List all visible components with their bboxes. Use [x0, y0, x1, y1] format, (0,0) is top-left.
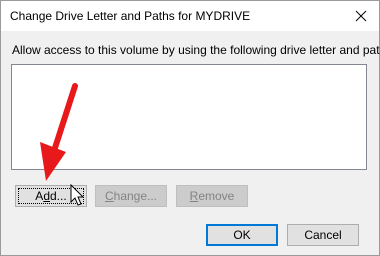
title-bar[interactable]: Change Drive Letter and Paths for MYDRIV… [1, 1, 379, 31]
dialog-title: Change Drive Letter and Paths for MYDRIV… [10, 9, 251, 23]
close-button[interactable] [349, 4, 373, 28]
change-mnemonic: C [104, 189, 114, 203]
change-button[interactable]: Change... [95, 185, 167, 207]
ok-button-label: OK [233, 228, 251, 242]
paths-prompt-label: Allow access to this volume by using the… [12, 43, 380, 57]
cancel-button[interactable]: Cancel [287, 224, 359, 246]
remove-mnemonic: R [189, 189, 199, 203]
add-mnemonic: d [43, 189, 50, 203]
remove-button-label: Remove [189, 189, 235, 203]
remove-button[interactable]: Remove [176, 185, 248, 207]
change-button-label: Change... [104, 189, 158, 203]
change-drive-letter-dialog: Change Drive Letter and Paths for MYDRIV… [0, 0, 380, 256]
mouse-pointer-icon [70, 184, 85, 206]
close-icon [355, 10, 367, 22]
cancel-button-label: Cancel [304, 228, 342, 242]
ok-button[interactable]: OK [206, 224, 278, 246]
add-button-label: Add... [35, 189, 67, 203]
drive-paths-listbox[interactable] [11, 64, 367, 170]
